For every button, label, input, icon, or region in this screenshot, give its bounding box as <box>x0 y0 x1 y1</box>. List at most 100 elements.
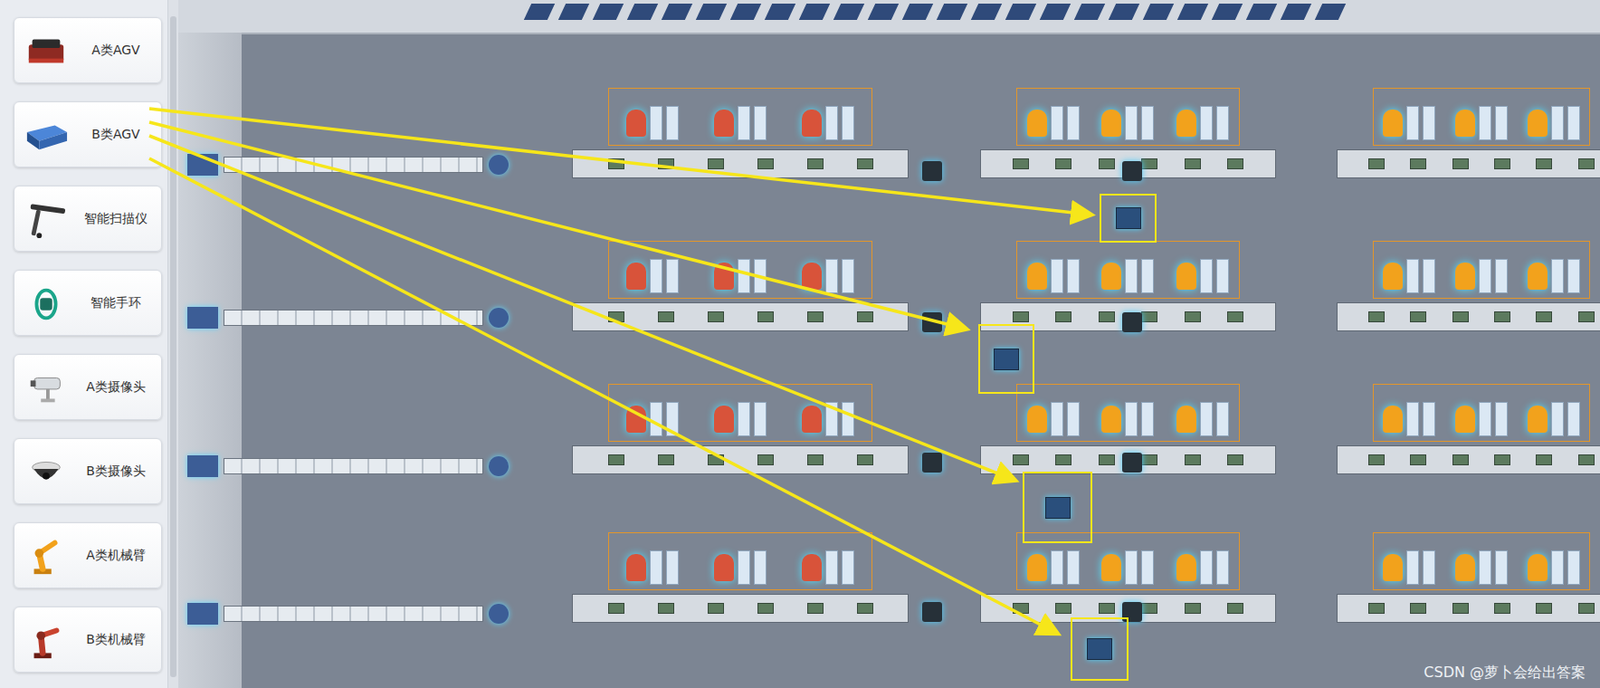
terminal[interactable] <box>922 161 943 181</box>
robot-arm-icon <box>1527 262 1548 290</box>
feeder-line[interactable] <box>187 601 509 626</box>
skylight <box>1176 3 1208 20</box>
safety-cage <box>608 383 873 442</box>
terminal[interactable] <box>1122 161 1143 181</box>
production-line[interactable] <box>1336 244 1600 346</box>
device-card[interactable]: A类AGV <box>13 17 162 84</box>
device-card[interactable]: 智能扫描仪 <box>13 185 162 252</box>
arrow <box>149 158 1057 633</box>
skylight <box>832 3 864 20</box>
device-card[interactable]: B类AGV <box>13 101 162 168</box>
skylight <box>1314 3 1345 20</box>
robot-arm-icon <box>1527 405 1548 433</box>
agv-icon <box>1045 496 1071 519</box>
terminal[interactable] <box>922 601 943 622</box>
device-card[interactable]: B类机械臂 <box>13 606 162 673</box>
agv-marker[interactable] <box>978 323 1035 394</box>
feeder-line[interactable] <box>187 454 509 478</box>
production-line[interactable] <box>1336 91 1600 193</box>
robot-arm-icon <box>1101 262 1122 290</box>
production-line[interactable] <box>571 91 909 193</box>
device-label: A类摄像头 <box>76 378 156 396</box>
conveyor <box>571 149 909 179</box>
terminal[interactable] <box>1122 452 1143 473</box>
skylight <box>1279 3 1311 20</box>
robot-arm-icon <box>1382 405 1403 433</box>
robot-arm-icon <box>1527 553 1548 581</box>
left-wall <box>178 32 242 688</box>
watermark: CSDN @萝卜会给出答案 <box>1423 663 1586 683</box>
robot-arm-icon <box>1382 262 1403 290</box>
production-line[interactable] <box>980 387 1277 489</box>
robot-arm-icon <box>1101 109 1122 137</box>
scrollbar[interactable] <box>167 0 179 688</box>
safety-cage <box>608 240 873 299</box>
skylight <box>695 3 726 20</box>
agv-marker[interactable] <box>1070 617 1129 681</box>
device-label: 智能扫描仪 <box>76 209 156 228</box>
production-line[interactable] <box>571 244 909 346</box>
feeder-line[interactable] <box>187 152 509 177</box>
arrow <box>149 122 965 329</box>
production-line[interactable] <box>571 387 909 489</box>
skylight <box>935 3 967 20</box>
conveyor <box>1336 445 1600 475</box>
arrow <box>149 135 1014 480</box>
agv-marker[interactable] <box>1022 471 1093 543</box>
robot-arm-icon <box>1027 109 1048 137</box>
robot-arm-icon <box>801 553 822 581</box>
conveyor <box>1336 593 1600 623</box>
safety-cage <box>1372 383 1591 442</box>
skylight <box>1245 3 1277 20</box>
robot-arm-icon <box>1176 405 1197 433</box>
arm-b-icon <box>19 618 73 662</box>
skylight <box>798 3 829 20</box>
device-card[interactable]: A类摄像头 <box>13 353 162 420</box>
agv-icon <box>1086 638 1113 660</box>
robot-arm-icon <box>1101 553 1122 581</box>
band-icon <box>19 281 73 325</box>
skylight <box>866 3 898 20</box>
robot-arm-icon <box>1176 109 1197 137</box>
device-card[interactable]: B类摄像头 <box>13 438 162 505</box>
agv-a-icon <box>19 28 73 73</box>
robot-arm-icon <box>626 553 647 581</box>
skylight <box>1142 3 1173 20</box>
skylight <box>660 3 692 20</box>
skylight <box>523 3 554 20</box>
terminal[interactable] <box>922 312 943 333</box>
production-line[interactable] <box>1336 387 1600 489</box>
robot-arm-icon <box>1382 553 1403 581</box>
conveyor <box>1336 302 1600 332</box>
safety-cage <box>1016 383 1240 442</box>
skylight <box>1073 3 1105 20</box>
conveyor <box>1336 149 1600 179</box>
skylight <box>1004 3 1036 20</box>
device-card[interactable]: A类机械臂 <box>13 522 162 589</box>
device-label: 智能手环 <box>76 294 156 312</box>
feeder-line[interactable] <box>187 305 509 330</box>
device-label: A类AGV <box>76 41 156 59</box>
safety-cage <box>608 87 873 146</box>
skylight <box>1107 3 1139 20</box>
device-card[interactable]: 智能手环 <box>13 269 162 336</box>
terminal[interactable] <box>922 452 943 473</box>
top-wall <box>178 0 1600 35</box>
camera-b-icon <box>19 449 73 494</box>
skylight <box>763 3 795 20</box>
agv-marker[interactable] <box>1099 193 1157 243</box>
factory-floor <box>178 0 1600 688</box>
skylight <box>1210 3 1242 20</box>
scanner-icon <box>19 197 73 241</box>
production-line[interactable] <box>1336 535 1600 638</box>
safety-cage <box>1372 532 1591 591</box>
arrow <box>149 108 1090 215</box>
production-line[interactable] <box>571 535 909 638</box>
robot-arm-icon <box>801 262 822 290</box>
device-sidebar: A类AGV B类AGV 智能扫描仪智能手环 A类摄像头 B类摄像头 A类机械臂 B类机械臂 <box>0 0 179 688</box>
safety-cage <box>608 532 873 591</box>
device-label: B类机械臂 <box>76 630 156 648</box>
skylight <box>557 3 589 20</box>
terminal[interactable] <box>1122 312 1143 333</box>
robot-arm-icon <box>714 262 734 290</box>
